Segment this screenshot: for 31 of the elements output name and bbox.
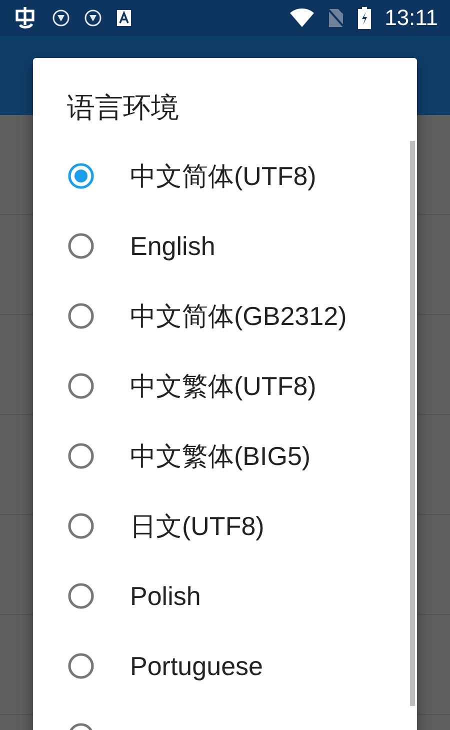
document-icon: [116, 9, 132, 27]
radio-button[interactable]: [67, 302, 95, 330]
language-option[interactable]: 中文简体(UTF8): [33, 141, 417, 211]
language-option[interactable]: Portuguese: [33, 631, 417, 701]
dialog-title: 语言环境: [66, 90, 180, 126]
option-label: Polish: [130, 580, 201, 612]
language-option[interactable]: 日文(UTF8): [33, 491, 417, 561]
wifi-icon: [290, 8, 314, 28]
radio-button[interactable]: [67, 512, 95, 540]
radio-button[interactable]: [67, 582, 95, 610]
option-label: 中文简体(UTF8): [130, 160, 316, 192]
language-option[interactable]: 中文简体(GB2312): [33, 281, 417, 351]
no-sim-icon: [328, 8, 344, 28]
option-label: 中文繁体(UTF8): [130, 370, 316, 402]
option-label: 中文繁体(BIG5): [130, 440, 311, 472]
radio-button[interactable]: [67, 232, 95, 260]
radio-button[interactable]: [67, 372, 95, 400]
clock-time: 13:11: [384, 5, 438, 31]
language-option[interactable]: Polish: [33, 561, 417, 631]
option-label: 中文简体(GB2312): [130, 300, 347, 332]
language-option[interactable]: 中文繁体(UTF8): [33, 351, 417, 421]
option-label: Portuguese: [130, 650, 263, 682]
language-option[interactable]: English: [33, 211, 417, 281]
battery-charging-icon: [358, 7, 371, 29]
scrollbar[interactable]: [410, 141, 415, 706]
radio-button[interactable]: [67, 652, 95, 680]
option-label: English: [130, 230, 216, 262]
language-option[interactable]: 中文繁体(BIG5): [33, 421, 417, 491]
option-label: 日文(UTF8): [130, 510, 264, 542]
radio-button[interactable]: [67, 162, 95, 190]
radio-button[interactable]: [67, 442, 95, 470]
